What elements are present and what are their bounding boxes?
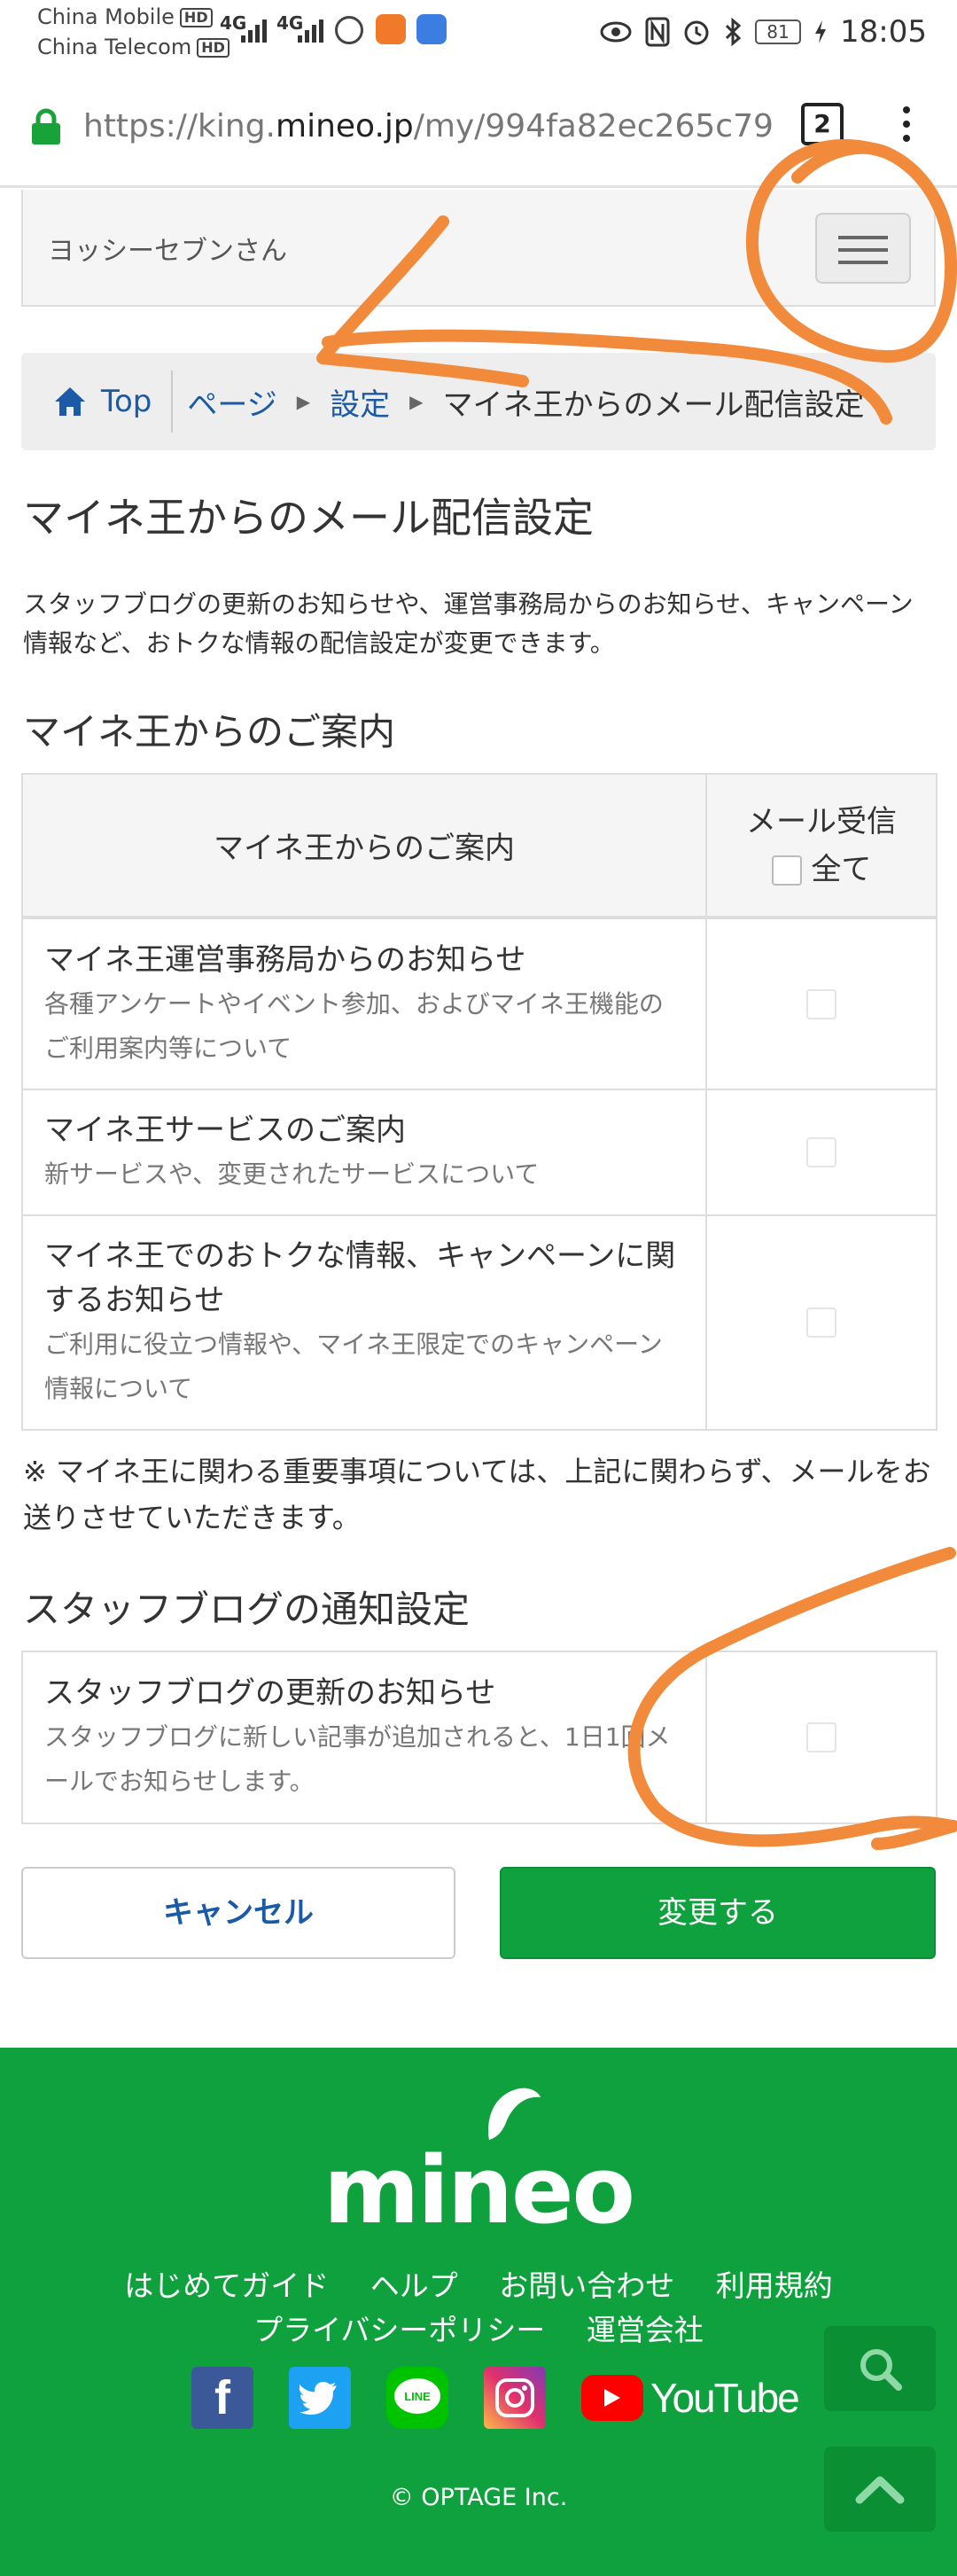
breadcrumb-home-label: Top: [101, 384, 152, 419]
carrier-1: China Mobile HD: [37, 4, 213, 30]
scroll-to-top-button[interactable]: [824, 2447, 936, 2532]
mineo-logo[interactable]: mineo: [323, 2136, 635, 2244]
carrier-1-label: China Mobile: [37, 4, 175, 29]
row-description: 新サービスや、変更されたサービスについて: [44, 1159, 540, 1189]
footer-link-company[interactable]: 運営会社: [587, 2313, 704, 2347]
page-lead-text: スタッフブログの更新のお知らせや、運営事務局からのお知らせ、キャンペーン情報など…: [23, 589, 914, 658]
guide-settings-table: マイネ王からのご案内 メール受信 全て マイネ王運営事務局からのお知らせ各種アン…: [21, 773, 938, 1431]
select-all-control[interactable]: 全て: [707, 846, 936, 894]
charging-icon: [815, 20, 827, 43]
line-icon[interactable]: LINE: [386, 2367, 448, 2429]
facebook-icon[interactable]: f: [191, 2367, 253, 2429]
row-description: ご利用に役立つ情報や、マイネ王限定でのキャンペーン情報について: [44, 1330, 663, 1403]
section-heading-guide: マイネ王からのご案内: [23, 710, 396, 753]
app-e-icon: [335, 16, 363, 44]
table-row: マイネ王サービスのご案内新サービスや、変更されたサービスについて: [21, 1089, 938, 1216]
footer-link-contact[interactable]: お問い合わせ: [499, 2268, 674, 2303]
select-all-label: 全て: [811, 851, 872, 887]
hd-badge: HD: [197, 38, 230, 58]
username: ヨッシーセブンさん: [48, 236, 287, 267]
section-heading-blog: スタッフブログの通知設定: [23, 1588, 471, 1631]
cancel-button[interactable]: キャンセル: [21, 1867, 455, 1959]
url-prefix: https://king.: [83, 108, 276, 144]
clock: 18:05: [840, 14, 927, 50]
row-title: マイネ王でのおトクな情報、キャンペーンに関するお知らせ: [44, 1238, 676, 1318]
status-right-icons: 81 18:05: [599, 14, 927, 50]
browser-menu-icon[interactable]: [900, 106, 913, 149]
app-maps-icon: [416, 14, 447, 44]
breadcrumb-separator-icon: ▶: [296, 391, 311, 412]
footer-link-privacy[interactable]: プライバシーポリシー: [253, 2313, 545, 2347]
breadcrumb: Top ページ ▶ 設定 ▶ マイネ王からのメール配信設定: [21, 353, 936, 450]
copyright: © OPTAGE Inc.: [389, 2484, 568, 2511]
breadcrumb-item-page[interactable]: ページ: [173, 380, 276, 424]
footer-link-help[interactable]: ヘルプ: [370, 2268, 458, 2303]
service-info-checkbox[interactable]: [806, 1137, 836, 1167]
url-text[interactable]: https://king.mineo.jp/my/994fa82ec265c79…: [83, 108, 774, 144]
tab-switcher-button[interactable]: 2: [801, 103, 844, 145]
carrier-2-label: China Telecom: [37, 35, 192, 59]
user-header: ヨッシーセブンさん: [21, 190, 936, 307]
campaign-info-checkbox[interactable]: [806, 1308, 836, 1338]
table-header-mail: メール受信 全て: [705, 773, 938, 919]
svg-text:LINE: LINE: [404, 2390, 431, 2403]
footer-link-terms[interactable]: 利用規約: [716, 2268, 833, 2303]
nfc-icon: [645, 17, 670, 47]
breadcrumb-current: マイネ王からのメール配信設定: [442, 386, 865, 423]
table-row: スタッフブログの更新のお知らせスタッフブログに新しい記事が追加されると、1日1回…: [21, 1651, 938, 1824]
row-description: 各種アンケートやイベント参加、およびマイネ王機能のご利用案内等について: [44, 988, 664, 1063]
submit-button[interactable]: 変更する: [500, 1867, 936, 1959]
row-title: マイネ王サービスのご案内: [44, 1112, 406, 1148]
footer-links-row-2: プライバシーポリシー 運営会社: [0, 2307, 957, 2349]
twitter-icon[interactable]: [289, 2367, 351, 2429]
table-header-guide: マイネ王からのご案内: [21, 773, 707, 919]
battery-icon: 81: [755, 20, 802, 44]
signal-bars-2-icon: [298, 16, 323, 43]
breadcrumb-item-settings[interactable]: 設定: [330, 380, 390, 424]
footer-link-guide[interactable]: はじめてガイド: [124, 2268, 329, 2303]
signal-bars-1-icon: [241, 16, 267, 43]
page-title: マイネ王からのメール配信設定: [23, 494, 594, 542]
hamburger-menu-button[interactable]: [815, 213, 911, 284]
bluetooth-icon: [725, 18, 742, 46]
url-domain: mineo.jp: [276, 108, 414, 144]
eye-icon: [600, 21, 632, 43]
lock-icon: [32, 108, 60, 144]
search-icon: [860, 2349, 902, 2391]
app-notification-icon: [376, 14, 406, 44]
breadcrumb-separator-icon: ▶: [409, 391, 424, 412]
youtube-link[interactable]: YouTube: [581, 2374, 800, 2422]
mineo-logo-leaf-icon: [488, 2088, 541, 2140]
youtube-play-icon: [581, 2375, 643, 2421]
chevron-up-icon: [855, 2476, 905, 2504]
table-row: マイネ王でのおトクな情報、キャンペーンに関するお知らせご利用に役立つ情報や、マイ…: [21, 1214, 938, 1431]
browser-address-bar: https://king.mineo.jp/my/994fa82ec265c79…: [0, 69, 957, 188]
blog-settings-table: スタッフブログの更新のお知らせスタッフブログに新しい記事が追加されると、1日1回…: [21, 1651, 938, 1824]
footer-links-row-1: はじめてガイド ヘルプ お問い合わせ 利用規約: [0, 2262, 957, 2305]
hd-badge: HD: [179, 8, 213, 27]
status-bar: China Mobile HD China Telecom HD 4G 4G 81 …: [0, 0, 957, 69]
breadcrumb-home-link[interactable]: Top: [21, 371, 174, 433]
carrier-2: China Telecom HD: [37, 34, 230, 60]
url-path: /my/994fa82ec265c79c/acc: [413, 108, 774, 144]
important-notice: ※ マイネ王に関わる重要事項については、上記に関わらず、メールをお送りさせていた…: [23, 1455, 931, 1534]
footer: mineo はじめてガイド ヘルプ お問い合わせ 利用規約 プライバシーポリシー…: [0, 2048, 957, 2576]
row-title: マイネ王運営事務局からのお知らせ: [44, 941, 526, 978]
alarm-icon: [684, 20, 709, 45]
search-fab-button[interactable]: [824, 2326, 936, 2411]
home-icon: [55, 387, 85, 416]
row-title: スタッフブログの更新のお知らせ: [44, 1675, 496, 1711]
table-row: マイネ王運営事務局からのお知らせ各種アンケートやイベント参加、およびマイネ王機能…: [21, 917, 938, 1090]
blog-update-checkbox[interactable]: [806, 1722, 836, 1752]
office-news-checkbox[interactable]: [806, 988, 836, 1019]
table-header-mail-label: メール受信: [746, 803, 897, 839]
row-description: スタッフブログに新しい記事が追加されると、1日1回メールでお知らせします。: [44, 1722, 671, 1796]
instagram-icon[interactable]: [484, 2367, 546, 2429]
youtube-label: YouTube: [650, 2375, 800, 2421]
select-all-checkbox[interactable]: [771, 855, 802, 886]
social-links: f LINE YouTube: [191, 2367, 800, 2429]
